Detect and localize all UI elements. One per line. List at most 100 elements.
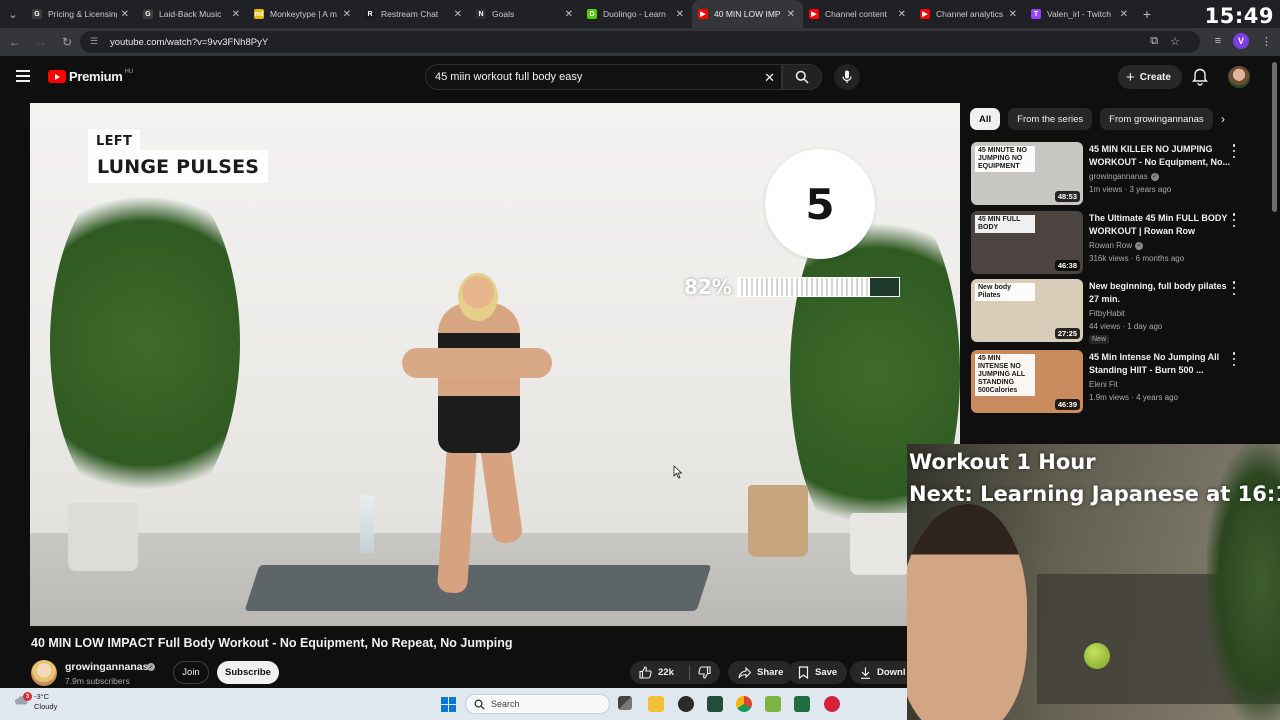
install-app-icon[interactable]: ⧉ — [1150, 35, 1158, 48]
account-avatar[interactable] — [1228, 66, 1250, 88]
notifications-bell-icon[interactable] — [1192, 68, 1208, 86]
recommendation-item[interactable]: New body Pilates 27:25 New beginning, full… — [971, 279, 1251, 344]
browser-tab[interactable]: N Goals ✕ — [470, 0, 581, 28]
new-tab-button[interactable]: + — [1136, 0, 1158, 28]
file-explorer-icon[interactable] — [648, 696, 664, 712]
join-button[interactable]: Join — [173, 661, 209, 684]
weather-temperature: -3°C — [34, 692, 50, 701]
excel-icon[interactable] — [794, 696, 810, 712]
browser-tab[interactable]: ▶ 40 MIN LOW IMP ✕ — [692, 0, 803, 28]
tab-close-icon[interactable]: ✕ — [676, 9, 684, 20]
search-input[interactable]: 45 miin workout full body easy ✕ — [425, 64, 782, 90]
recommendation-title[interactable]: 45 MIN KILLER NO JUMPING WORKOUT - No Eq… — [1089, 143, 1239, 168]
task-view-icon[interactable] — [618, 696, 632, 710]
back-icon[interactable]: ← — [4, 31, 26, 53]
more-actions-icon[interactable] — [1231, 352, 1237, 366]
yoga-mat — [244, 565, 712, 611]
channel-avatar[interactable] — [31, 660, 57, 686]
channel-name[interactable]: growingannanas — [65, 661, 148, 673]
dislike-button[interactable] — [690, 666, 711, 679]
new-badge: New — [1089, 335, 1110, 344]
recommendation-item[interactable]: 45 MIN FULL BODY 46:38 The Ultimate 45 Min… — [971, 211, 1251, 275]
youtube-premium-logo[interactable]: Premium HU — [48, 69, 133, 84]
tab-favicon-icon: R — [365, 9, 375, 19]
recommendation-item[interactable]: 45 MIN INTENSE NO JUMPING ALL STANDING 5… — [971, 350, 1251, 414]
more-actions-icon[interactable] — [1231, 213, 1237, 227]
recommendation-channel[interactable]: Rowan Row ✓ — [1089, 241, 1144, 250]
video-thumbnail[interactable]: New body Pilates 27:25 — [971, 279, 1083, 342]
browser-tab[interactable]: G Laid-Back Music ✕ — [137, 0, 248, 28]
forward-icon[interactable]: → — [30, 31, 52, 53]
tab-close-icon[interactable]: ✕ — [343, 9, 351, 20]
tab-close-icon[interactable]: ✕ — [898, 9, 906, 20]
clear-search-icon[interactable]: ✕ — [764, 70, 775, 86]
tab-favicon-icon: ▶ — [920, 9, 930, 19]
video-thumbnail[interactable]: 45 MIN INTENSE NO JUMPING ALL STANDING 5… — [971, 350, 1083, 413]
recommendation-title[interactable]: New beginning, full body pilates 27 min. — [1089, 280, 1239, 305]
search-button[interactable] — [782, 64, 822, 90]
tab-title: Pricing & Licensing — [48, 9, 117, 19]
obs-icon[interactable] — [678, 696, 694, 712]
guide-menu-icon[interactable] — [16, 70, 30, 82]
reload-icon[interactable]: ↻ — [56, 31, 78, 53]
chrome-icon[interactable] — [736, 696, 752, 712]
weather-widget[interactable]: 3 -3°C Cloudy — [14, 692, 57, 712]
browser-tab[interactable]: ▶ Channel content ✕ — [803, 0, 914, 28]
like-button[interactable]: 22k — [630, 665, 690, 680]
browser-tab[interactable]: R Restream Chat ✕ — [359, 0, 470, 28]
tab-search-icon[interactable]: ⌄ — [0, 0, 26, 28]
address-bar[interactable]: ☰ youtube.com/watch?v=9vv3FNh8PyY — [80, 31, 1200, 53]
recommendation-item[interactable]: 45 MINUTE NO JUMPING NO EQUIPMENT 48:53 45… — [971, 142, 1251, 206]
browser-menu-icon[interactable]: ⋮ — [1261, 35, 1272, 48]
filter-chip[interactable]: From growingannanas — [1100, 108, 1213, 130]
video-thumbnail[interactable]: 45 MINUTE NO JUMPING NO EQUIPMENT 48:53 — [971, 142, 1083, 205]
share-button[interactable]: Share — [728, 661, 794, 684]
browser-tab[interactable]: mt Monkeytype | A m ✕ — [248, 0, 359, 28]
browser-tab[interactable]: G Pricing & Licensing ✕ — [26, 0, 137, 28]
filter-chips: All From the series From growingannanas — [970, 108, 1213, 130]
terminal-icon[interactable] — [707, 696, 723, 712]
tab-close-icon[interactable]: ✕ — [1009, 9, 1017, 20]
subscribe-button[interactable]: Subscribe — [217, 661, 279, 684]
filter-chip[interactable]: All — [970, 108, 1001, 130]
reading-list-icon[interactable]: ≡ — [1215, 35, 1221, 47]
recommendation-title[interactable]: 45 Min Intense No Jumping All Standing H… — [1089, 351, 1239, 376]
browser-tab[interactable]: D Duolingo - Learn ✕ — [581, 0, 692, 28]
recommendation-title[interactable]: The Ultimate 45 Min FULL BODY WORKOUT | … — [1089, 212, 1239, 237]
video-duration: 48:53 — [1054, 191, 1080, 202]
recorder-icon[interactable] — [824, 696, 840, 712]
taskbar-search-input[interactable]: Search — [465, 694, 610, 714]
tab-close-icon[interactable]: ✕ — [232, 9, 240, 20]
channel-name: Rowan Row — [1089, 241, 1133, 250]
notepad-icon[interactable] — [765, 696, 781, 712]
browser-tab[interactable]: T Valen_irl - Twitch ✕ — [1025, 0, 1136, 28]
tab-close-icon[interactable]: ✕ — [121, 9, 129, 20]
voice-search-button[interactable] — [834, 64, 860, 90]
more-actions-icon[interactable] — [1231, 281, 1237, 295]
notification-badge: 3 — [23, 692, 32, 701]
recommendation-channel[interactable]: growingannanas ✓ — [1089, 172, 1159, 181]
save-button[interactable]: Save — [788, 661, 848, 684]
verified-check-icon: ✓ — [1150, 172, 1159, 181]
tab-favicon-icon: G — [143, 9, 153, 19]
tab-close-icon[interactable]: ✕ — [565, 9, 573, 20]
recommendation-channel[interactable]: Eleni Fit — [1089, 380, 1118, 389]
bookmark-star-icon[interactable]: ☆ — [1170, 35, 1180, 48]
create-button[interactable]: + Create — [1118, 65, 1182, 89]
download-label: Downl — [877, 667, 906, 678]
profile-avatar[interactable]: V — [1233, 33, 1249, 49]
video-player[interactable]: LEFT LUNGE PULSES 5 82% — [30, 103, 960, 626]
chevron-right-icon[interactable]: › — [1215, 111, 1231, 127]
tab-close-icon[interactable]: ✕ — [787, 9, 795, 20]
filter-chip[interactable]: From the series — [1008, 108, 1093, 130]
more-actions-icon[interactable] — [1231, 144, 1237, 158]
taskbar-search-icon — [474, 699, 485, 710]
recommendation-channel[interactable]: FitbyHabit — [1089, 309, 1125, 318]
site-info-icon[interactable]: ☰ — [90, 36, 102, 48]
video-thumbnail[interactable]: 45 MIN FULL BODY 46:38 — [971, 211, 1083, 274]
tab-close-icon[interactable]: ✕ — [454, 9, 462, 20]
tab-close-icon[interactable]: ✕ — [1120, 9, 1128, 20]
windows-start-icon[interactable] — [441, 697, 456, 712]
browser-tab[interactable]: ▶ Channel analytics ✕ — [914, 0, 1025, 28]
page-scrollbar[interactable] — [1272, 62, 1277, 212]
